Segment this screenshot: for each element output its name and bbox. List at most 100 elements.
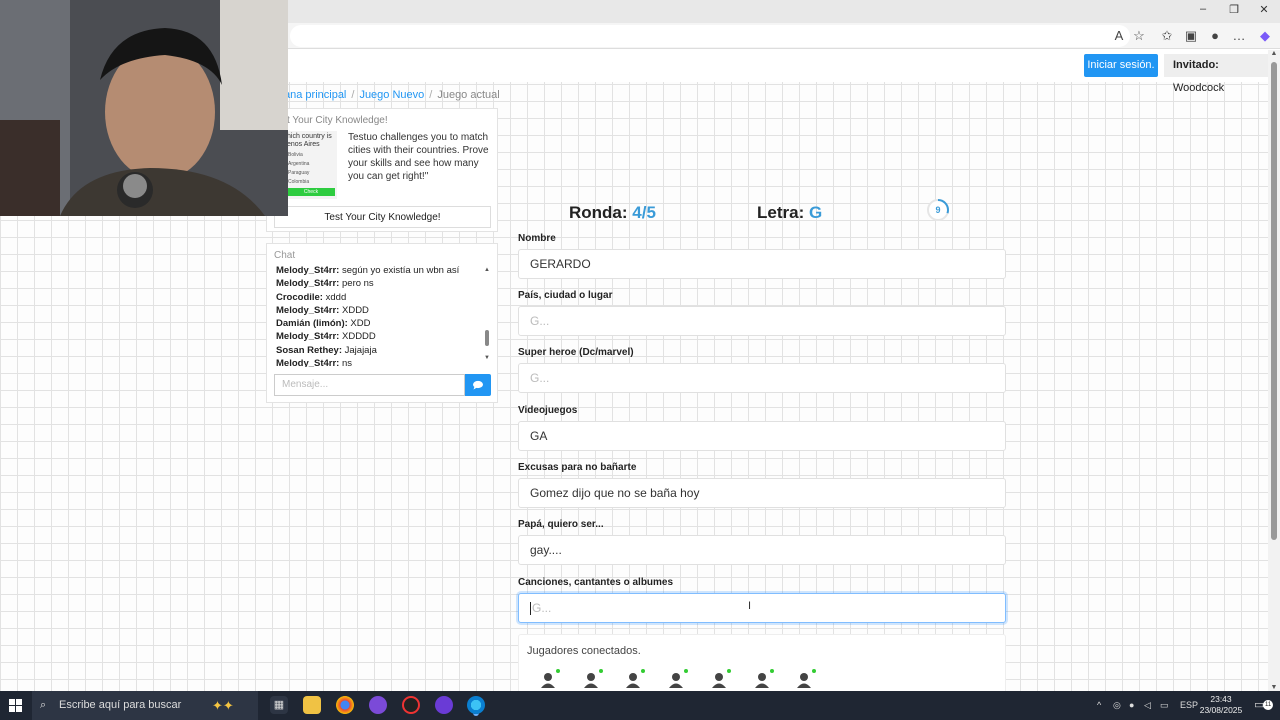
text-cursor-icon: I [748,600,752,612]
scroll-down-icon[interactable]: ▼ [483,354,491,362]
chat-message: Crocodile: xddd [276,291,476,304]
chat-input[interactable]: Mensaje... [274,374,465,396]
chat-user: Melody_St4rr: [276,304,340,316]
page-scroll-thumb[interactable] [1271,62,1277,540]
guest-user-badge[interactable]: Invitado: Woodcock [1164,54,1268,94]
countdown-timer: 9 [926,198,950,222]
minimize-button[interactable]: – [1188,3,1218,20]
tray-app-icon[interactable]: ◎ [1113,691,1121,720]
field-pais[interactable]: G... [518,306,1006,336]
breadcrumb-separator: / [429,89,433,101]
field-nombre[interactable]: GERARDO [518,249,1006,279]
file-explorer-icon[interactable] [303,696,321,714]
read-aloud-icon[interactable]: A [1110,27,1128,45]
field-canciones[interactable]: G... [518,593,1006,623]
login-button[interactable]: Iniciar sesión. [1084,54,1158,77]
microphone-icon[interactable]: ● [1129,691,1134,720]
field-videojuegos[interactable]: GA [518,421,1006,451]
player-avatar-icon[interactable] [582,669,603,689]
chat-message: Melody_St4rr: ns [276,357,476,367]
field-papa[interactable]: gay.... [518,535,1006,565]
chat-text: Jajajaja [344,344,377,356]
ad-image-option: Colombia [288,179,310,185]
taskbar-clock[interactable]: 23:43 23/08/2025 [1196,694,1246,716]
chat-scrollbar[interactable]: ▲ ▼ [483,266,491,362]
favorites-icon[interactable]: ✩ [1158,27,1176,45]
chat-bubble-icon [473,380,483,390]
ad-image[interactable]: hich country is enos Aires Bolivia Argen… [285,131,337,199]
ad-image-option: Paraguay [288,170,310,176]
chat-user: Melody_St4rr: [276,331,340,343]
notification-count-badge: 11 [1263,700,1274,710]
address-bar[interactable] [290,25,1130,47]
task-view-icon[interactable]: ▦ [270,696,288,714]
chat-text: según yo existía un wbn así [342,265,460,276]
chat-scroll-thumb[interactable] [485,330,489,346]
recorder-app-icon[interactable] [402,696,420,714]
chat-text: pero ns [342,278,374,290]
clock-time: 23:43 [1210,694,1232,704]
obs-app-icon[interactable] [369,696,387,714]
sparkle-icon: ✦✦ [212,698,234,713]
player-avatar-icon[interactable] [710,669,731,689]
field-label-excusas: Excusas para no bañarte [518,462,637,473]
field-label-superheroe: Super heroe (Dc/marvel) [518,347,634,358]
scroll-down-icon[interactable]: ▼ [1268,684,1280,691]
chat-title: Chat [274,250,296,261]
collections-icon[interactable]: ▣ [1182,27,1200,45]
field-canciones-placeholder: G... [532,601,552,615]
page-scrollbar[interactable]: ▲ ▼ [1268,50,1280,691]
more-icon[interactable]: … [1230,27,1248,45]
field-superheroe[interactable]: G... [518,363,1006,393]
player-avatar-icon[interactable] [795,669,817,689]
breadcrumb-home[interactable]: ana principal [284,89,346,101]
taskbar-search[interactable]: ⌕ Escribe aquí para buscar ✦✦ [32,691,258,720]
restore-button[interactable]: ❐ [1219,3,1249,20]
scroll-up-icon[interactable]: ▲ [1268,50,1280,57]
network-icon[interactable]: ▭ [1160,691,1169,720]
field-label-videojuegos: Videojuegos [518,405,578,416]
letter-indicator: Letra: G [757,203,822,223]
chat-user: Crocodile: [276,291,323,303]
chat-text: xddd [325,291,347,303]
chat-message: Damián (limón): XDD [276,317,476,330]
favorite-star-icon[interactable]: ☆ [1130,27,1148,45]
edge-icon[interactable] [467,696,485,714]
round-value: 4/5 [632,203,656,222]
ad-cta-button[interactable]: Test Your City Knowledge! [274,206,491,228]
guest-name: Woodcock [1173,82,1225,94]
volume-icon[interactable]: ◁ [1144,691,1151,720]
player-avatar-icon[interactable] [539,669,560,689]
player-avatar-icon[interactable] [667,669,689,689]
field-label-papa: Papá, quiero ser... [518,519,604,530]
chat-text: XDD [350,318,371,330]
ad-image-option: Bolivia [288,152,303,158]
letter-label: Letra: [757,203,805,222]
close-window-button[interactable]: ✕ [1249,3,1279,20]
ad-image-question: hich country is enos Aires [287,133,332,148]
tray-chevron-icon[interactable]: ^ [1097,691,1101,720]
windows-start-icon[interactable] [9,699,22,712]
breadcrumb-new-game[interactable]: Juego Nuevo [359,89,424,101]
guest-prefix: Invitado: [1173,59,1219,71]
chat-send-button[interactable] [465,374,491,396]
text-caret [530,602,531,616]
profile-icon[interactable]: ● [1206,27,1224,45]
scroll-up-icon[interactable]: ▲ [483,266,491,274]
letter-value: G [808,203,823,222]
player-avatar-icon[interactable] [624,669,646,689]
webcam-person-image [0,0,288,216]
ad-image-option: Argentina [288,161,310,167]
copilot-icon[interactable]: ◆ [1256,27,1274,45]
webcam-overlay [0,0,288,216]
ad-card: t Your City Knowledge! hich country is e… [266,108,498,232]
streaming-app-icon[interactable] [435,696,453,714]
chat-messages: Melody_St4rr: según yo existía un wbn as… [276,264,476,367]
breadcrumb-current: Juego actual [437,89,500,101]
player-avatar-icon[interactable] [753,669,774,689]
chrome-icon[interactable] [336,696,354,714]
round-indicator: Ronda: 4/5 [569,203,656,223]
field-excusas[interactable]: Gomez dijo que no se baña hoy [518,478,1006,508]
field-label-pais: País, ciudad o lugar [518,290,613,301]
windows-taskbar: ⌕ Escribe aquí para buscar ✦✦ ▦ ^ ◎ ● ◁ … [0,691,1280,720]
